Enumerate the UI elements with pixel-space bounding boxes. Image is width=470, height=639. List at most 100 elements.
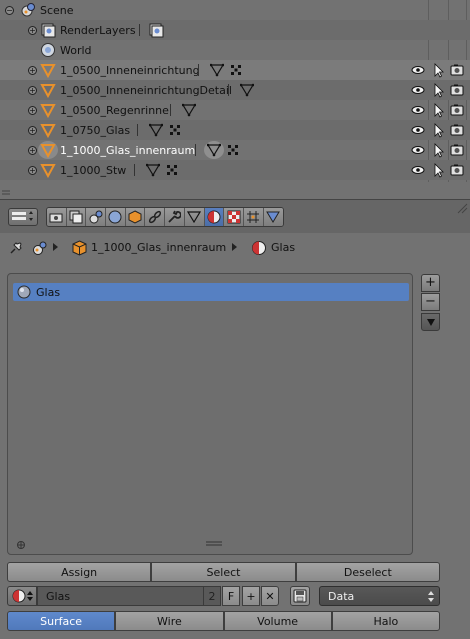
- visibility-eye-icon[interactable]: [410, 162, 426, 178]
- mesh-data-icon: [210, 63, 224, 77]
- expand-toggle-icon[interactable]: +: [28, 26, 37, 35]
- material-datablock-row: Glas 2 F + ✕ Data: [7, 586, 470, 607]
- tab-wire[interactable]: Wire: [115, 611, 224, 631]
- expand-toggle-icon[interactable]: +: [28, 106, 37, 115]
- tab-particles[interactable]: [243, 208, 264, 226]
- fake-user-button[interactable]: F: [222, 586, 240, 606]
- filter-options-icon[interactable]: [16, 540, 26, 550]
- expand-toggle-icon[interactable]: +: [28, 86, 37, 95]
- render-camera-icon[interactable]: [449, 102, 465, 118]
- renderlayers-icon: [41, 23, 56, 38]
- tab-constraints[interactable]: [145, 208, 166, 226]
- mesh-object-icon: [40, 144, 56, 158]
- modifier-icon: [170, 125, 180, 135]
- separator: [198, 64, 199, 76]
- render-camera-icon[interactable]: [449, 62, 465, 78]
- render-camera-icon[interactable]: [449, 82, 465, 98]
- pin-icon[interactable]: [8, 240, 24, 256]
- floppy-disk-icon: [293, 589, 307, 603]
- outliner-scene-label: Scene: [40, 3, 74, 17]
- editor-type-button[interactable]: [8, 208, 38, 226]
- tab-volume[interactable]: Volume: [223, 611, 332, 631]
- selectable-cursor-icon[interactable]: [430, 122, 446, 138]
- outliner-row-renderlayers[interactable]: + RenderLayers: [0, 20, 470, 40]
- selectable-cursor-icon[interactable]: [430, 82, 446, 98]
- tab-texture[interactable]: [224, 208, 244, 226]
- material-sphere-icon: [207, 210, 221, 224]
- material-slot-label: Glas: [36, 285, 61, 299]
- browse-material-button[interactable]: [7, 586, 37, 606]
- expand-toggle-icon[interactable]: +: [28, 66, 37, 75]
- tab-world[interactable]: [106, 208, 126, 226]
- selectable-cursor-icon[interactable]: [430, 142, 446, 158]
- material-slot-list[interactable]: Glas: [7, 273, 413, 555]
- material-slot-item[interactable]: Glas: [13, 283, 409, 301]
- outliner-object-label: 1_0500_InneneinrichtungDetail: [60, 83, 232, 97]
- outliner-row-object-active[interactable]: + 1_1000_Glas_innenraum: [0, 140, 470, 160]
- texture-checker-icon: [227, 210, 241, 224]
- tab-physics[interactable]: [263, 208, 284, 226]
- unlink-material-button[interactable]: ✕: [261, 586, 279, 606]
- visibility-eye-icon[interactable]: [410, 102, 426, 118]
- properties-header: [0, 199, 470, 233]
- tab-modifiers[interactable]: [165, 208, 185, 226]
- tab-scene[interactable]: [86, 208, 107, 226]
- slot-specials-menu-button[interactable]: [421, 313, 440, 331]
- remove-material-slot-button[interactable]: −: [421, 293, 440, 311]
- world-icon: [108, 210, 122, 224]
- visibility-eye-icon[interactable]: [410, 142, 426, 158]
- outliner-row-object[interactable]: + 1_0750_Glas: [0, 120, 470, 140]
- outliner-row-scene[interactable]: − Scene: [0, 0, 470, 20]
- area-resize-grip-icon[interactable]: [2, 186, 12, 196]
- physics-icon: [266, 211, 281, 223]
- list-resize-grip-icon[interactable]: [206, 541, 222, 547]
- new-material-button[interactable]: +: [242, 586, 260, 606]
- outliner-row-object[interactable]: + 1_1000_Stw: [0, 160, 470, 180]
- add-material-slot-button[interactable]: +: [421, 274, 440, 292]
- collapse-toggle-icon[interactable]: −: [5, 6, 14, 15]
- outliner-row-object[interactable]: + 1_0500_Inneneinrichtung: [0, 60, 470, 80]
- outliner-panel: − Scene + RenderLayers World + 1_0500_In…: [0, 0, 470, 196]
- visibility-eye-icon[interactable]: [410, 122, 426, 138]
- tab-material[interactable]: [204, 208, 225, 226]
- tab-data[interactable]: [184, 208, 205, 226]
- particles-icon: [247, 211, 260, 223]
- deselect-button[interactable]: Deselect: [295, 562, 440, 582]
- select-button[interactable]: Select: [151, 562, 296, 582]
- expand-toggle-icon[interactable]: +: [28, 146, 37, 155]
- expand-toggle-icon[interactable]: +: [28, 126, 37, 135]
- tab-render[interactable]: [47, 208, 67, 226]
- expand-toggle-icon[interactable]: +: [28, 166, 37, 175]
- link-type-dropdown[interactable]: Data: [319, 586, 440, 606]
- mesh-object-icon: [40, 164, 56, 178]
- render-camera-icon[interactable]: [449, 162, 465, 178]
- mesh-data-icon: [149, 123, 163, 137]
- selectable-cursor-icon[interactable]: [430, 62, 446, 78]
- visibility-eye-icon[interactable]: [410, 82, 426, 98]
- scene-icon: [89, 210, 103, 224]
- selectable-cursor-icon[interactable]: [430, 162, 446, 178]
- updown-arrow-icon: [428, 591, 434, 602]
- outliner-object-label: 1_1000_Stw: [60, 163, 127, 177]
- tab-halo[interactable]: Halo: [331, 611, 440, 631]
- render-camera-icon[interactable]: [449, 142, 465, 158]
- outliner-object-label: 1_0500_Inneneinrichtung: [60, 63, 200, 77]
- selectable-cursor-icon[interactable]: [430, 102, 446, 118]
- outliner-row-object[interactable]: + 1_0500_InneneinrichtungDetail: [0, 80, 470, 100]
- visibility-eye-icon[interactable]: [410, 62, 426, 78]
- material-users-count[interactable]: 2: [203, 586, 221, 606]
- outliner-row-world[interactable]: World: [0, 40, 470, 60]
- copy-paste-material-button[interactable]: [290, 586, 310, 606]
- material-name-field[interactable]: Glas: [37, 586, 204, 606]
- tab-surface[interactable]: Surface: [7, 611, 116, 631]
- outliner-row-object[interactable]: + 1_0500_Regenrinne: [0, 100, 470, 120]
- mesh-object-icon: [40, 104, 56, 118]
- assign-button[interactable]: Assign: [7, 562, 152, 582]
- separator: [139, 24, 140, 36]
- material-sphere-icon: [12, 589, 26, 603]
- tab-object[interactable]: [125, 208, 146, 226]
- render-camera-icon[interactable]: [449, 122, 465, 138]
- tab-render-layers[interactable]: [66, 208, 87, 226]
- dropdown-arrow-icon: [426, 319, 435, 326]
- area-corner-grip-icon[interactable]: [456, 202, 468, 214]
